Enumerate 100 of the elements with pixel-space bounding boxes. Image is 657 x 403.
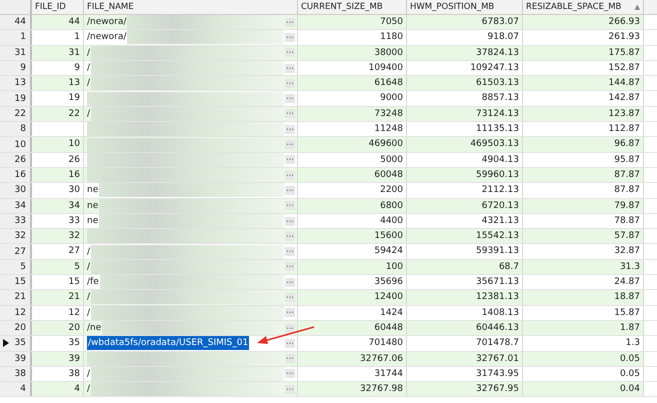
table-cell: 5 [32,260,84,274]
column-header[interactable]: HWM_POSITION_MB [407,0,523,14]
column-header[interactable]: FILE_ID [32,0,84,14]
row-header[interactable]: 31 [0,46,32,60]
table-cell: 16 [32,168,84,182]
ellipsis-button[interactable]: ··· [285,18,295,27]
row-header[interactable]: 26 [0,152,32,167]
column-header[interactable]: CURRENT_SIZE_MB [298,0,407,14]
row-header[interactable]: 13 [0,76,32,90]
ellipsis-button[interactable]: ··· [285,140,295,150]
select-all-corner[interactable] [0,0,32,14]
row-header[interactable]: 30 [0,183,32,198]
ellipsis-button[interactable]: ··· [285,48,295,58]
row-header[interactable]: 15 [0,275,32,290]
table-cell: 22 [32,106,84,122]
file-name: / [87,62,90,76]
ellipsis-button[interactable]: ··· [285,354,295,364]
row-header[interactable]: 32 [0,229,32,244]
file-name: /ne [87,322,102,336]
table-cell: 73124.13 [407,106,523,122]
table-cell: 5000 [298,152,407,167]
row-header[interactable]: 27 [0,244,32,259]
table-cell: 12381.13 [407,290,523,305]
table-cell: 4400 [298,214,407,228]
table-cell: 6800 [298,198,407,213]
table-cell: 73248 [298,106,407,122]
row-header[interactable]: 10 [0,137,32,152]
column-header[interactable]: FILE_NAME [84,0,298,14]
row-header[interactable]: 34 [0,198,32,213]
table-cell: 10 [32,137,84,152]
table-cell: 38000 [298,46,407,60]
table-cell: 4904.13 [407,152,523,167]
ellipsis-button[interactable]: ··· [285,278,295,287]
row-number: 12 [14,308,26,318]
table-cell: 144.87 [523,76,644,90]
row-header[interactable]: 44 [0,15,32,30]
row-header[interactable]: 21 [0,290,32,305]
row-header[interactable]: 39 [0,352,32,366]
table-cell: 78.87 [523,214,644,228]
row-number: 13 [14,78,26,88]
table-cell: 6783.07 [407,15,523,30]
ellipsis-button[interactable]: ··· [285,32,295,42]
ellipsis-button[interactable]: ··· [285,124,295,134]
table-cell: 109400 [298,60,407,76]
row-number: 31 [14,48,26,58]
table-cell: 0.05 [523,352,644,366]
table-cell: 35 [32,336,84,351]
table-cell: 35671.13 [407,275,523,290]
ellipsis-button[interactable]: ··· [285,201,295,210]
table-cell: 15 [32,275,84,290]
row-header[interactable]: 33 [0,214,32,228]
row-header[interactable]: 22 [0,106,32,122]
table-cell: 1 [32,30,84,45]
file-name: / [87,383,90,396]
row-header[interactable]: 1 [0,30,32,45]
row-header[interactable]: 35 [0,336,32,351]
table-cell: 60048 [298,168,407,182]
table-cell: 11248 [298,122,407,136]
table-cell: 469600 [298,137,407,152]
table-cell: 30 [32,183,84,198]
ellipsis-button[interactable]: ··· [285,262,295,272]
row-header[interactable]: 9 [0,60,32,76]
file-name: /fe [87,276,99,290]
ellipsis-button[interactable]: ··· [285,338,295,348]
ellipsis-button[interactable]: ··· [285,308,295,318]
ellipsis-button[interactable]: ··· [285,94,295,104]
table-cell: 152.87 [523,60,644,76]
table-cell: 32767.98 [298,382,407,396]
file-name: / [87,46,90,60]
ellipsis-button[interactable]: ··· [285,384,295,394]
ellipsis-button[interactable]: ··· [285,369,295,378]
row-number: 19 [14,94,26,104]
row-number: 16 [14,170,26,180]
row-pointer-icon [3,339,9,348]
table-cell: 32767.95 [407,382,523,396]
row-header[interactable]: 5 [0,260,32,274]
row-header[interactable]: 8 [0,122,32,136]
row-number: 33 [14,216,26,226]
table-cell: 142.87 [523,91,644,106]
ellipsis-button[interactable]: ··· [285,109,295,118]
row-header[interactable]: 12 [0,306,32,320]
ellipsis-button[interactable]: ··· [285,64,295,73]
row-header[interactable]: 19 [0,91,32,106]
ellipsis-button[interactable]: ··· [285,78,295,88]
row-header[interactable]: 4 [0,382,32,396]
table-cell: 1180 [298,30,407,45]
ellipsis-button[interactable]: ··· [285,324,295,333]
ellipsis-button[interactable]: ··· [285,186,295,195]
ellipsis-button[interactable]: ··· [285,170,295,180]
ellipsis-button[interactable]: ··· [285,247,295,256]
table-cell: 33 [32,214,84,228]
ellipsis-button[interactable]: ··· [285,292,295,302]
ellipsis-button[interactable]: ··· [285,232,295,241]
table-cell: 2112.13 [407,183,523,198]
row-header[interactable]: 38 [0,366,32,382]
ellipsis-button[interactable]: ··· [285,155,295,164]
table-cell: 61648 [298,76,407,90]
row-header[interactable]: 20 [0,320,32,336]
ellipsis-button[interactable]: ··· [285,216,295,226]
row-header[interactable]: 16 [0,168,32,182]
